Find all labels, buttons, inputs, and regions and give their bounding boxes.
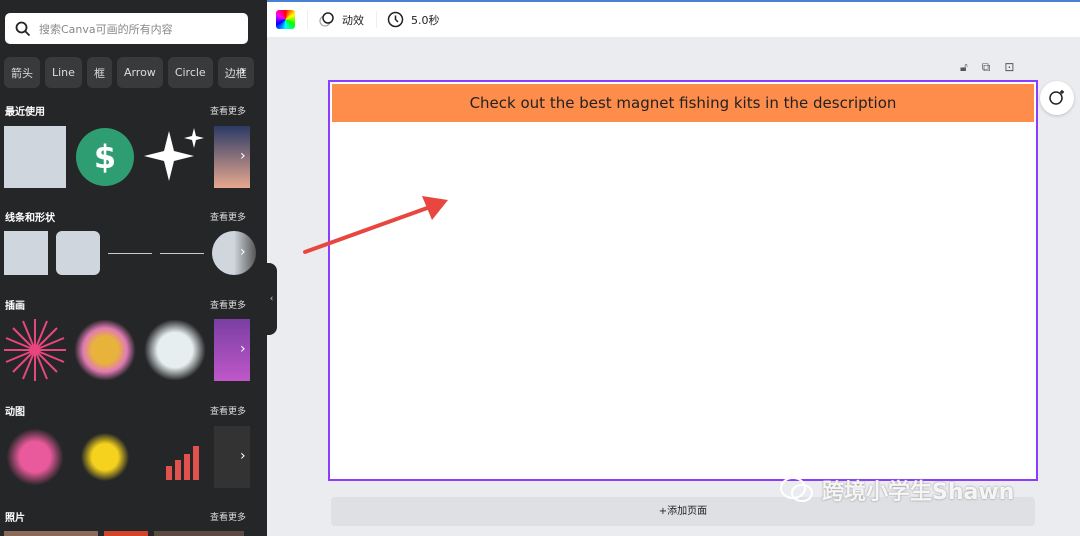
comment-icon xyxy=(1049,90,1064,105)
red-arrow[interactable] xyxy=(0,0,1080,536)
add-comment-button[interactable] xyxy=(1040,81,1074,115)
wechat-icon xyxy=(780,477,813,502)
watermark: 跨境小学生Shawn xyxy=(780,474,1014,506)
watermark-text: 跨境小学生Shawn xyxy=(822,480,1015,505)
